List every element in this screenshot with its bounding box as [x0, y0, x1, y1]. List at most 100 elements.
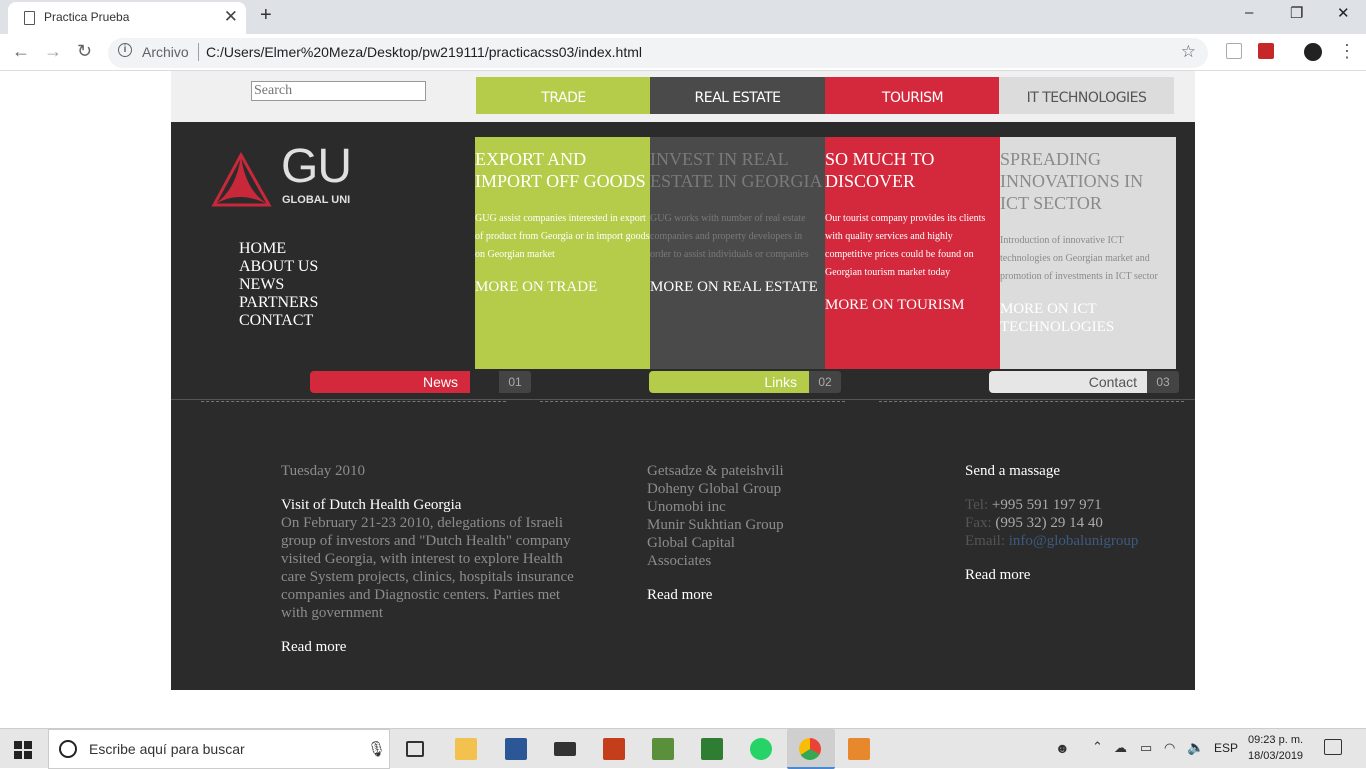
panel-heading: SO MUCH TO DISCOVER — [825, 149, 935, 191]
tel-value: +995 591 197 971 — [991, 497, 1102, 513]
powerpoint-icon[interactable] — [603, 738, 625, 760]
section-number: 02 — [809, 371, 841, 393]
scheme-label: Archivo — [142, 44, 189, 60]
more-link[interactable]: MORE ON REAL ESTATE — [650, 278, 825, 296]
battery-icon[interactable]: ▭ — [1140, 740, 1162, 762]
extension-icon[interactable] — [1226, 43, 1242, 59]
clock[interactable]: 09:23 p. m. 18/03/2019 — [1248, 732, 1303, 764]
contact-column: Send a massage Tel: +995 591 197 971 Fax… — [965, 462, 1185, 584]
news-header-bar: News — [310, 371, 470, 393]
nav-about-us[interactable]: ABOUT US — [239, 258, 318, 276]
taskbar-search[interactable]: Escribe aquí para buscar 🎙 — [48, 729, 390, 769]
more-link[interactable]: MORE ON TRADE — [475, 278, 650, 296]
reload-icon[interactable]: ↻ — [77, 41, 92, 62]
tab-real-estate[interactable]: REAL ESTATE — [650, 77, 825, 114]
language-indicator[interactable]: ESP — [1214, 741, 1238, 755]
forward-icon[interactable]: → — [44, 41, 62, 62]
logo[interactable]: GU GLOBAL UNI — [211, 140, 361, 207]
taskbar-search-placeholder: Escribe aquí para buscar — [89, 741, 245, 757]
url-text[interactable]: C:/Users/Elmer%20Meza/Desktop/pw219111/p… — [206, 44, 642, 60]
fax-value: (995 32) 29 14 40 — [995, 515, 1103, 531]
section-number: 03 — [1147, 371, 1179, 393]
menu-icon[interactable]: ⋮ — [1338, 41, 1356, 62]
tab-it-technologies[interactable]: IT TECHNOLOGIES — [999, 77, 1174, 114]
volume-icon[interactable]: 🔈 — [1187, 739, 1209, 761]
contact-email: Email: info@globalunigroup — [965, 532, 1185, 550]
more-link[interactable]: MORE ON ICT TECHNOLOGIES — [1000, 300, 1176, 336]
email-link[interactable]: info@globalunigroup — [1009, 533, 1139, 549]
tab-strip: Practica Prueba ✕ + – ❐ ✕ — [0, 0, 1366, 34]
more-link[interactable]: MORE ON TOURISM — [825, 296, 1000, 314]
link-item[interactable]: Associates — [647, 552, 867, 570]
links-read-more[interactable]: Read more — [647, 586, 867, 604]
maximize-button[interactable]: ❐ — [1290, 4, 1303, 22]
divider — [198, 43, 199, 61]
minimize-button[interactable]: – — [1245, 4, 1253, 21]
links-header-bar: Links — [649, 371, 809, 393]
taskbar: Escribe aquí para buscar 🎙 ☻ ⌃ ☁ ▭ ◠ 🔈 E… — [0, 728, 1366, 769]
microphone-icon[interactable]: 🎙 — [367, 740, 386, 758]
browser-tab[interactable]: Practica Prueba ✕ — [8, 2, 246, 34]
panel-body: GUG works with number of real estate com… — [650, 213, 809, 260]
nav-home[interactable]: HOME — [239, 240, 318, 258]
links-header: Links 02 — [540, 370, 845, 402]
web-page: TRADE REAL ESTATE TOURISM IT TECHNOLOGIE… — [171, 71, 1195, 690]
panel-ict: SPREADING INNOVATIONS IN ICT SECTOR Intr… — [1000, 137, 1176, 369]
whatsapp-icon[interactable] — [750, 738, 772, 760]
link-item[interactable]: Global Capital — [647, 534, 867, 552]
toolbar: ← → ↻ i Archivo C:/Users/Elmer%20Meza/De… — [0, 34, 1366, 71]
chrome-icon[interactable] — [799, 738, 821, 760]
news-body: On February 21-23 2010, delegations of I… — [281, 515, 574, 621]
network-icon[interactable]: ☁ — [1114, 740, 1136, 762]
news-date: Tuesday 2010 — [281, 463, 366, 479]
mail-icon[interactable] — [554, 742, 576, 756]
tab-close-icon[interactable]: ✕ — [224, 7, 238, 27]
contact-read-more[interactable]: Read more — [965, 566, 1185, 584]
windows-start-icon[interactable] — [14, 741, 32, 759]
nav-partners[interactable]: PARTNERS — [239, 294, 318, 312]
app-icon-2[interactable] — [701, 738, 723, 760]
news-header: News 01 — [201, 370, 531, 402]
panel-body: GUG assist companies interested in expor… — [475, 213, 650, 260]
back-icon[interactable]: ← — [12, 41, 30, 62]
contact-fax: Fax: (995 32) 29 14 40 — [965, 514, 1185, 532]
contact-header-bar: Contact — [989, 371, 1149, 393]
chevron-up-icon[interactable]: ⌃ — [1092, 739, 1114, 761]
panel-tourism: SO MUCH TO DISCOVER Our tourist company … — [825, 137, 1000, 369]
bookmark-star-icon[interactable]: ☆ — [1181, 42, 1196, 62]
link-item[interactable]: Getsadze & pateishvili — [647, 462, 867, 480]
notifications-icon[interactable] — [1324, 739, 1342, 755]
wifi-icon[interactable]: ◠ — [1164, 740, 1186, 762]
link-item[interactable]: Doheny Global Group — [647, 480, 867, 498]
top-strip: TRADE REAL ESTATE TOURISM IT TECHNOLOGIE… — [171, 71, 1195, 122]
people-icon[interactable]: ☻ — [1055, 740, 1077, 762]
address-bar[interactable]: i Archivo C:/Users/Elmer%20Meza/Desktop/… — [108, 38, 1208, 68]
new-tab-button[interactable]: + — [260, 4, 272, 27]
word-icon[interactable] — [505, 738, 527, 760]
panel-heading: INVEST IN REAL ESTATE IN GEORGIA — [650, 149, 823, 191]
link-item[interactable]: Munir Sukhtian Group — [647, 516, 867, 534]
tab-tourism[interactable]: TOURISM — [825, 77, 1000, 114]
tab-trade[interactable]: TRADE — [476, 77, 651, 114]
news-read-more[interactable]: Read more — [281, 638, 581, 656]
task-view-icon[interactable] — [406, 741, 424, 757]
section-number: 01 — [499, 371, 531, 393]
app-icon[interactable] — [652, 738, 674, 760]
close-window-button[interactable]: ✕ — [1337, 4, 1350, 22]
sublime-icon[interactable] — [848, 738, 870, 760]
nav-news[interactable]: NEWS — [239, 276, 318, 294]
logo-subtitle: GLOBAL UNI — [282, 194, 351, 206]
triangle-logo-icon — [211, 151, 272, 207]
info-icon[interactable]: i — [118, 43, 132, 57]
fax-label: Fax: — [965, 515, 992, 531]
main-nav: HOME ABOUT US NEWS PARTNERS CONTACT — [239, 240, 318, 330]
link-item[interactable]: Unomobi inc — [647, 498, 867, 516]
logo-mark: GU — [281, 140, 352, 193]
avatar[interactable] — [1304, 43, 1322, 61]
shield-extension-icon[interactable] — [1258, 43, 1274, 59]
search-input[interactable] — [251, 81, 426, 101]
news-title[interactable]: Visit of Dutch Health Georgia — [281, 496, 581, 514]
file-explorer-icon[interactable] — [455, 738, 477, 760]
contact-tel: Tel: +995 591 197 971 — [965, 496, 1185, 514]
nav-contact[interactable]: CONTACT — [239, 312, 318, 330]
